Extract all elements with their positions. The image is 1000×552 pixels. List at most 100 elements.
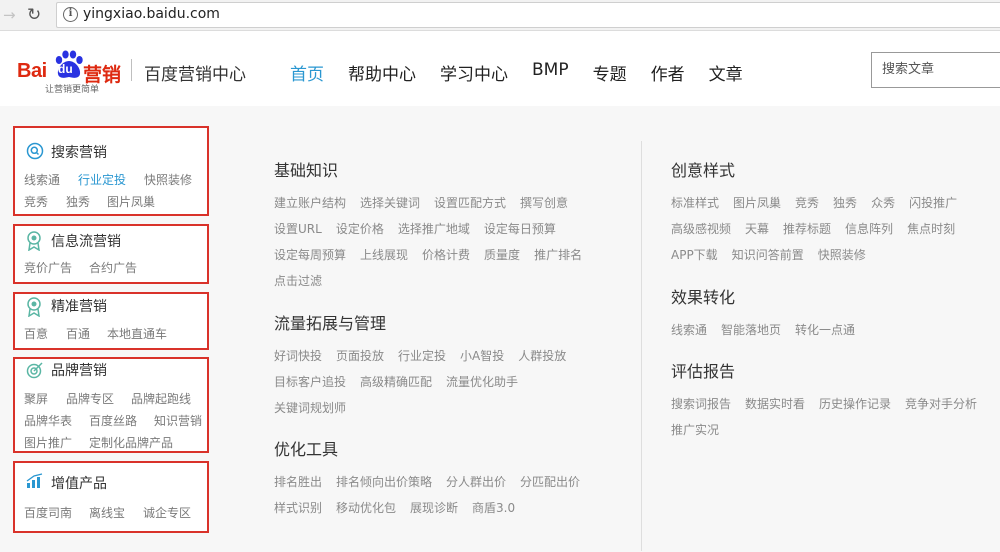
sidebar-link[interactable]: 快照装修: [144, 171, 192, 188]
card-title[interactable]: 精准营销: [51, 296, 107, 316]
article-link[interactable]: 排名胜出: [274, 473, 322, 490]
sidebar-link[interactable]: 知识营销: [154, 412, 202, 429]
reload-icon[interactable]: ↻: [27, 6, 41, 24]
article-link[interactable]: 设定价格: [336, 220, 384, 237]
article-link[interactable]: 分人群出价: [446, 473, 506, 490]
nav-articles[interactable]: 文章: [709, 60, 743, 85]
sidebar-link[interactable]: 品牌起跑线: [131, 390, 191, 407]
article-link[interactable]: 天幕: [745, 220, 769, 237]
article-link[interactable]: 线索通: [671, 321, 707, 338]
nav-bmp[interactable]: BMP: [532, 60, 569, 85]
nav-learning-center[interactable]: 学习中心: [440, 60, 508, 85]
article-link[interactable]: 众秀: [871, 194, 895, 211]
article-link[interactable]: 分匹配出价: [520, 473, 580, 490]
sidebar-link[interactable]: 聚屏: [24, 390, 48, 407]
article-link[interactable]: 选择关键词: [360, 194, 420, 211]
sidebar-link[interactable]: 诚企专区: [143, 504, 191, 521]
search-input[interactable]: [872, 53, 992, 85]
article-link[interactable]: 商盾3.0: [472, 499, 515, 516]
reports-row-2: 推广实况: [671, 421, 733, 438]
article-link[interactable]: 设定每日预算: [484, 220, 556, 237]
sidebar-link[interactable]: 独秀: [66, 193, 90, 210]
sidebar-link[interactable]: 竞秀: [24, 193, 48, 210]
article-link[interactable]: 移动优化包: [336, 499, 396, 516]
back-arrow-icon[interactable]: →: [3, 6, 16, 24]
card-title[interactable]: 信息流营销: [51, 231, 121, 251]
sidebar-link[interactable]: 离线宝: [89, 504, 125, 521]
sidebar-link[interactable]: 品牌华表: [24, 412, 72, 429]
article-link[interactable]: 设定每周预算: [274, 246, 346, 263]
article-link[interactable]: 数据实时看: [745, 395, 805, 412]
sidebar-link[interactable]: 定制化品牌产品: [89, 434, 173, 451]
article-link[interactable]: 高级感视频: [671, 220, 731, 237]
article-link[interactable]: 竞秀: [795, 194, 819, 211]
article-link[interactable]: 展现诊断: [410, 499, 458, 516]
article-link[interactable]: 搜索词报告: [671, 395, 731, 412]
nav-authors[interactable]: 作者: [651, 60, 685, 85]
article-link[interactable]: 质量度: [484, 246, 520, 263]
article-link[interactable]: 推广实况: [671, 421, 719, 438]
article-link[interactable]: 好词快投: [274, 347, 322, 364]
article-link[interactable]: 页面投放: [336, 347, 384, 364]
article-link[interactable]: 排名倾向出价策略: [336, 473, 432, 490]
article-link[interactable]: APP下载: [671, 246, 718, 263]
article-link[interactable]: 知识问答前置: [732, 246, 804, 263]
article-link[interactable]: 信息阵列: [845, 220, 893, 237]
article-link[interactable]: 流量优化助手: [446, 373, 518, 390]
article-link[interactable]: 目标客户追投: [274, 373, 346, 390]
article-link[interactable]: 智能落地页: [721, 321, 781, 338]
nav-help-center[interactable]: 帮助中心: [348, 60, 416, 85]
sidebar-link[interactable]: 百度司南: [24, 504, 72, 521]
article-link[interactable]: 推广排名: [534, 246, 582, 263]
basics-row-1: 建立账户结构 选择关键词 设置匹配方式 撰写创意: [274, 194, 582, 211]
url-text[interactable]: yingxiao.baidu.com: [83, 6, 220, 22]
site-name[interactable]: 百度营销中心: [144, 60, 246, 85]
address-bar[interactable]: i yingxiao.baidu.com: [56, 2, 1000, 28]
nav-home[interactable]: 首页: [290, 60, 324, 85]
info-icon[interactable]: i: [63, 7, 78, 22]
sidebar-link[interactable]: 百通: [66, 325, 90, 342]
article-link[interactable]: 标准样式: [671, 194, 719, 211]
article-link[interactable]: 样式识别: [274, 499, 322, 516]
article-link[interactable]: 闪投推广: [909, 194, 957, 211]
card-title[interactable]: 增值产品: [51, 473, 107, 493]
article-link[interactable]: 小A智投: [460, 347, 504, 364]
column-divider: [641, 141, 642, 551]
article-link[interactable]: 竞争对手分析: [905, 395, 977, 412]
article-link[interactable]: 选择推广地域: [398, 220, 470, 237]
sidebar-link[interactable]: 百度丝路: [89, 412, 137, 429]
sidebar-link[interactable]: 图片推广: [24, 434, 72, 451]
article-link[interactable]: 独秀: [833, 194, 857, 211]
search-marketing-icon: [26, 142, 44, 160]
sidebar-link[interactable]: 图片凤巢: [107, 193, 155, 210]
sidebar-link[interactable]: 行业定投: [78, 171, 126, 188]
article-link[interactable]: 历史操作记录: [819, 395, 891, 412]
sidebar-link[interactable]: 本地直通车: [107, 325, 167, 342]
card-title[interactable]: 搜索营销: [51, 142, 107, 162]
baidu-logo[interactable]: Bai du 营销 让营销更简单: [17, 46, 127, 96]
nav-topics[interactable]: 专题: [593, 60, 627, 85]
article-link[interactable]: 行业定投: [398, 347, 446, 364]
article-link[interactable]: 关键词规划师: [274, 399, 346, 416]
article-link[interactable]: 点击过滤: [274, 272, 322, 289]
article-link[interactable]: 价格计费: [422, 246, 470, 263]
article-link[interactable]: 转化一点通: [795, 321, 855, 338]
sidebar-link[interactable]: 百意: [24, 325, 48, 342]
article-link[interactable]: 上线展现: [360, 246, 408, 263]
article-link[interactable]: 图片凤巢: [733, 194, 781, 211]
card-title[interactable]: 品牌营销: [51, 360, 107, 380]
article-link[interactable]: 设置URL: [274, 220, 322, 237]
article-link[interactable]: 建立账户结构: [274, 194, 346, 211]
sidebar-link[interactable]: 线索通: [24, 171, 60, 188]
article-link[interactable]: 焦点时刻: [907, 220, 955, 237]
search-box: [871, 52, 1000, 88]
article-link[interactable]: 撰写创意: [520, 194, 568, 211]
article-link[interactable]: 快照装修: [818, 246, 866, 263]
sidebar-link[interactable]: 竞价广告: [24, 259, 72, 276]
article-link[interactable]: 推荐标题: [783, 220, 831, 237]
sidebar-link[interactable]: 品牌专区: [66, 390, 114, 407]
article-link[interactable]: 人群投放: [518, 347, 566, 364]
sidebar-link[interactable]: 合约广告: [89, 259, 137, 276]
article-link[interactable]: 设置匹配方式: [434, 194, 506, 211]
article-link[interactable]: 高级精确匹配: [360, 373, 432, 390]
